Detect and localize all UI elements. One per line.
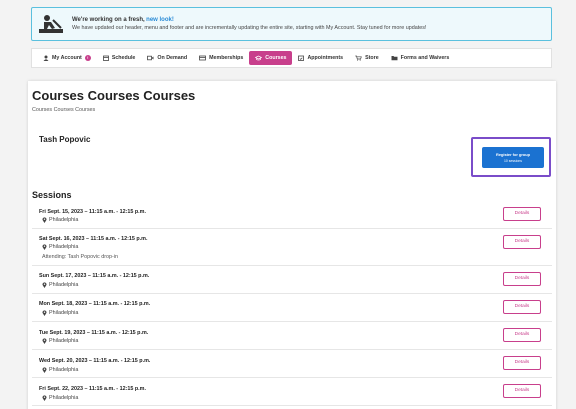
session-location: Philadelphia bbox=[42, 395, 78, 401]
attending-note: Attending: Tash Popovic drop-in bbox=[42, 254, 119, 260]
session-date: Sun Sept. 17, 2023 – 11:15 a.m. - 12:15 … bbox=[39, 273, 150, 279]
session-location-label: Philadelphia bbox=[49, 338, 79, 344]
banner-message: We have updated our header, menu and foo… bbox=[72, 25, 427, 31]
location-pin-icon bbox=[42, 338, 47, 344]
session-date: Wed Sept. 20, 2023 – 11:15 a.m. - 12:15 … bbox=[39, 358, 151, 364]
session-row: Mon Sept. 18, 2023 – 11:15 a.m. - 12:15 … bbox=[32, 294, 552, 322]
location-pin-icon bbox=[42, 217, 47, 223]
details-button[interactable]: Details bbox=[503, 384, 541, 398]
details-button[interactable]: Details bbox=[503, 328, 541, 342]
register-button-label: Register for group bbox=[496, 152, 530, 157]
location-pin-icon bbox=[42, 310, 47, 316]
nav-schedule[interactable]: Schedule bbox=[97, 51, 142, 65]
courses-icon bbox=[255, 55, 263, 61]
session-date: Fri Sept. 15, 2023 – 11:15 a.m. - 12:15 … bbox=[39, 209, 146, 215]
location-pin-icon bbox=[42, 244, 47, 250]
session-row: Fri Sept. 15, 2023 – 11:15 a.m. - 12:15 … bbox=[32, 201, 552, 229]
location-pin-icon bbox=[42, 367, 47, 373]
nav-label: Forms and Waivers bbox=[400, 55, 450, 61]
nav-appointments[interactable]: Appointments bbox=[292, 51, 349, 65]
nav-forms-and-waivers[interactable]: Forms and Waivers bbox=[385, 51, 456, 65]
session-row: Sun Sept. 17, 2023 – 11:15 a.m. - 12:15 … bbox=[32, 266, 552, 294]
nav-label: Memberships bbox=[209, 55, 244, 61]
session-location-label: Philadelphia bbox=[49, 395, 79, 401]
register-button-sessions: 10 sessions bbox=[504, 159, 522, 163]
session-location: Philadelphia bbox=[42, 367, 78, 373]
announcement-banner: We're working on a fresh, new look! We h… bbox=[31, 7, 552, 41]
session-location: Philadelphia bbox=[42, 338, 78, 344]
folder-icon bbox=[391, 56, 398, 61]
session-location-label: Philadelphia bbox=[49, 282, 79, 288]
session-location-label: Philadelphia bbox=[49, 244, 79, 250]
cart-icon bbox=[355, 55, 362, 61]
calendar-icon bbox=[102, 55, 109, 61]
main-nav: My Account ! Schedule On Demand Membersh… bbox=[31, 48, 552, 68]
session-row: Wed Sept. 20, 2023 – 11:15 a.m. - 12:15 … bbox=[32, 350, 552, 378]
session-date: Mon Sept. 18, 2023 – 11:15 a.m. - 12:15 … bbox=[39, 301, 151, 307]
banner-new-look-link[interactable]: new look! bbox=[146, 17, 174, 23]
sessions-heading: Sessions bbox=[32, 190, 72, 200]
session-row: Fri Sept. 22, 2023 – 11:15 a.m. - 12:15 … bbox=[32, 378, 552, 406]
instructor-name: Tash Popovic bbox=[39, 135, 91, 144]
details-button[interactable]: Details bbox=[503, 356, 541, 370]
construction-worker-icon bbox=[38, 13, 64, 35]
notification-badge: ! bbox=[84, 55, 91, 61]
nav-label: Schedule bbox=[111, 55, 136, 61]
session-row: Tue Sept. 19, 2023 – 11:15 a.m. - 12:15 … bbox=[32, 322, 552, 350]
nav-label: Store bbox=[365, 55, 379, 61]
video-icon bbox=[147, 55, 154, 61]
nav-label: Appointments bbox=[307, 55, 344, 61]
session-row: Sat Sept. 16, 2023 – 11:15 a.m. - 12:15 … bbox=[32, 229, 552, 266]
session-location-label: Philadelphia bbox=[49, 310, 79, 316]
nav-label: Courses bbox=[265, 55, 287, 61]
nav-label: On Demand bbox=[157, 55, 188, 61]
page-title: Courses Courses Courses bbox=[32, 88, 196, 103]
session-location: Philadelphia bbox=[42, 310, 78, 316]
register-for-group-button[interactable]: Register for group 10 sessions bbox=[482, 147, 544, 168]
session-location-label: Philadelphia bbox=[49, 217, 79, 223]
details-button[interactable]: Details bbox=[503, 207, 541, 221]
details-button[interactable]: Details bbox=[503, 272, 541, 286]
details-button[interactable]: Details bbox=[503, 235, 541, 249]
session-location-label: Philadelphia bbox=[49, 367, 79, 373]
nav-store[interactable]: Store bbox=[349, 51, 385, 65]
session-date: Tue Sept. 19, 2023 – 11:15 a.m. - 12:15 … bbox=[39, 330, 149, 336]
nav-label: My Account bbox=[52, 55, 82, 61]
location-pin-icon bbox=[42, 395, 47, 401]
course-card: Courses Courses Courses Courses Courses … bbox=[28, 81, 556, 409]
session-location: Philadelphia bbox=[42, 217, 78, 223]
nav-on-demand[interactable]: On Demand bbox=[141, 51, 193, 65]
session-date: Fri Sept. 22, 2023 – 11:15 a.m. - 12:15 … bbox=[39, 386, 146, 392]
nav-my-account[interactable]: My Account ! bbox=[37, 51, 97, 65]
card-icon bbox=[199, 55, 207, 61]
session-date: Sat Sept. 16, 2023 – 11:15 a.m. - 12:15 … bbox=[39, 236, 148, 242]
nav-courses[interactable]: Courses bbox=[249, 51, 293, 65]
register-highlight-frame: Register for group 10 sessions bbox=[471, 137, 551, 177]
banner-title: We're working on a fresh, bbox=[72, 17, 145, 23]
user-icon bbox=[43, 55, 49, 61]
location-pin-icon bbox=[42, 282, 47, 288]
session-location: Philadelphia bbox=[42, 244, 78, 250]
calendar-check-icon bbox=[298, 55, 305, 61]
page-subtitle: Courses Courses Courses bbox=[32, 107, 96, 113]
session-location: Philadelphia bbox=[42, 282, 78, 288]
details-button[interactable]: Details bbox=[503, 300, 541, 314]
nav-memberships[interactable]: Memberships bbox=[193, 51, 249, 65]
